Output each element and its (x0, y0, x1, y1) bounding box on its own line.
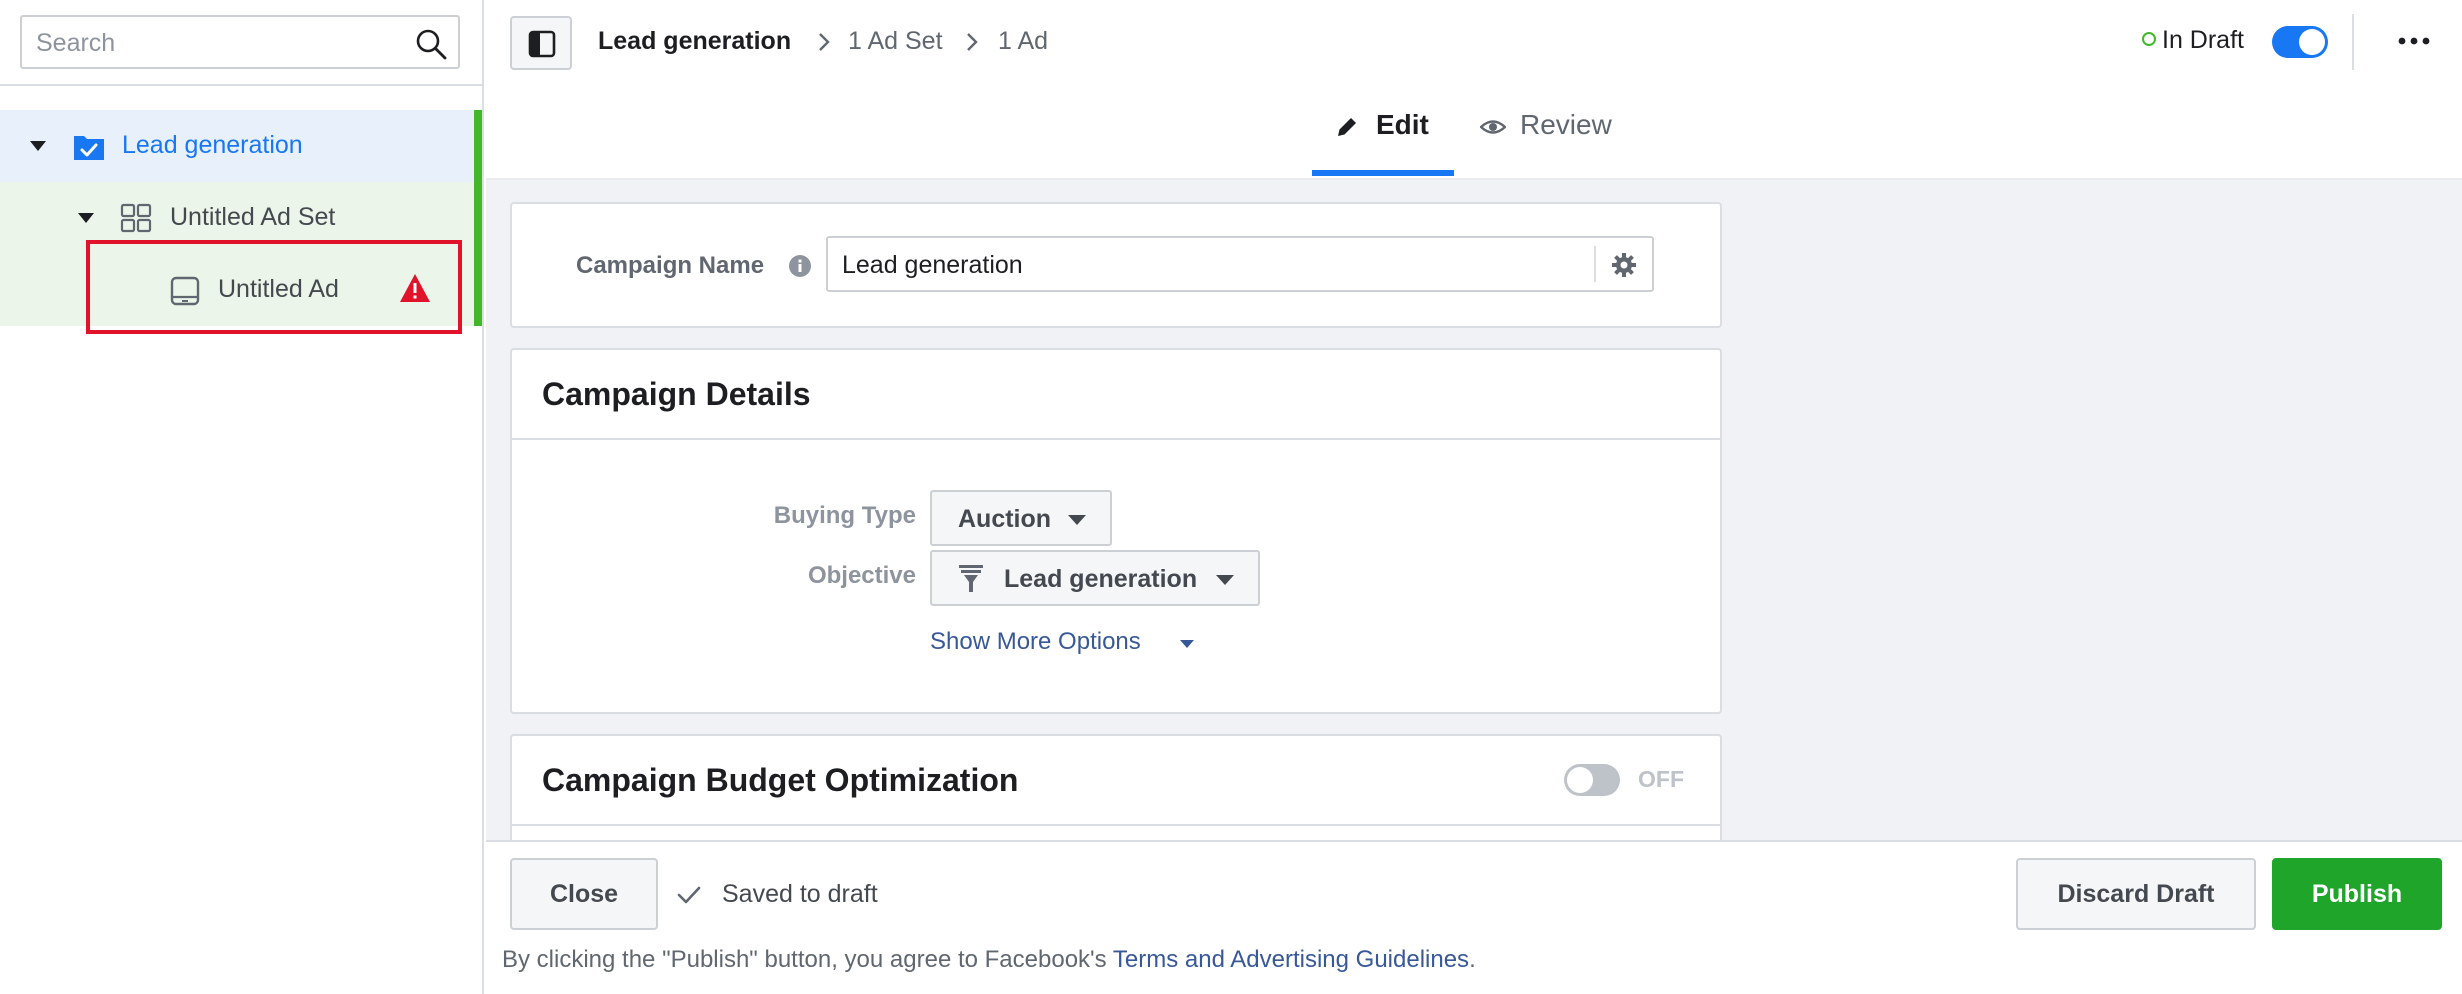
draft-toggle[interactable] (2272, 26, 2328, 58)
breadcrumb-ad[interactable]: 1 Ad (998, 26, 1048, 56)
error-highlight-box (86, 240, 462, 334)
chevron-down-icon (1216, 575, 1234, 585)
search-input[interactable] (36, 27, 396, 59)
collapse-caret-icon[interactable] (30, 141, 46, 151)
buying-type-label: Buying Type (773, 502, 916, 529)
top-bar: Lead generation 1 Ad Set 1 Ad In Draft E… (486, 0, 2462, 180)
saved-status-text: Saved to draft (722, 880, 878, 908)
funnel-icon (959, 565, 983, 592)
breadcrumb-adset[interactable]: 1 Ad Set (848, 26, 943, 56)
eye-icon (1480, 120, 1506, 134)
adset-grid-icon (120, 203, 152, 233)
content-area: Campaign Name Lead generation Campaign D… (486, 180, 2462, 840)
campaign-name-input[interactable]: Lead generation (826, 236, 1654, 292)
legal-suffix: . (1469, 946, 1476, 973)
campaign-name-value[interactable]: Lead generation (842, 251, 1023, 280)
legal-prefix: By clicking the "Publish" button, you ag… (502, 946, 1113, 973)
publish-button[interactable]: Publish (2272, 858, 2442, 930)
collapse-caret-icon[interactable] (78, 213, 94, 223)
buying-type-value: Auction (958, 505, 1052, 533)
sidebar-divider (0, 84, 484, 86)
checkmark-icon (677, 886, 701, 904)
toggle-state-label: OFF (1638, 766, 1684, 792)
campaign-details-card: Campaign Details Buying Type Auction Obj… (510, 348, 1722, 714)
sidebar-toggle-button[interactable] (510, 16, 572, 70)
show-more-options-link[interactable]: Show More Options (930, 628, 1141, 656)
card-divider (512, 438, 1720, 440)
input-separator (1594, 246, 1596, 282)
buying-type-dropdown[interactable]: Auction (930, 490, 1112, 546)
tree-label-campaign[interactable]: Lead generation (122, 130, 303, 160)
campaign-name-label: Campaign Name (576, 252, 765, 279)
legal-notice: By clicking the "Publish" button, you ag… (502, 946, 1476, 974)
terms-link[interactable]: Terms and Advertising Guidelines (1113, 946, 1469, 973)
chevron-right-icon (819, 33, 830, 51)
more-options-icon[interactable] (2394, 34, 2434, 48)
header-divider (2352, 14, 2354, 70)
tab-review[interactable]: Review (1520, 108, 1612, 142)
objective-value: Lead generation (1004, 565, 1198, 593)
sidebar: Lead generation Untitled Ad Set Untitled… (0, 0, 484, 994)
campaign-folder-icon (74, 136, 104, 160)
gear-icon[interactable] (1610, 251, 1638, 279)
status-dot-icon (2142, 32, 2156, 46)
footer-bar: Close Saved to draft Discard Draft Publi… (486, 840, 2462, 994)
budget-optimization-toggle[interactable] (1564, 764, 1620, 796)
status-text: In Draft (2162, 26, 2244, 54)
tree-label-adset[interactable]: Untitled Ad Set (170, 202, 335, 232)
tree-item-campaign[interactable]: Lead generation (0, 110, 482, 182)
campaign-details-title: Campaign Details (542, 376, 811, 412)
card-divider (512, 824, 1720, 826)
selection-indicator (474, 110, 482, 326)
breadcrumb-campaign[interactable]: Lead generation (598, 26, 791, 56)
campaign-name-card: Campaign Name Lead generation (510, 202, 1722, 328)
close-button[interactable]: Close (510, 858, 658, 930)
budget-optimization-card: Campaign Budget Optimization OFF (510, 734, 1722, 840)
chevron-down-icon[interactable] (1180, 640, 1194, 648)
search-box[interactable] (20, 15, 460, 69)
main-panel: Lead generation 1 Ad Set 1 Ad In Draft E… (486, 0, 2462, 994)
budget-optimization-title: Campaign Budget Optimization (542, 762, 1019, 798)
objective-label: Objective (807, 562, 916, 589)
tab-edit[interactable]: Edit (1376, 108, 1429, 142)
sidebar-panel-icon (528, 30, 556, 58)
objective-dropdown[interactable]: Lead generation (930, 550, 1260, 606)
chevron-down-icon (1068, 515, 1086, 525)
pencil-icon (1338, 118, 1356, 136)
search-icon[interactable] (414, 27, 448, 61)
discard-draft-button[interactable]: Discard Draft (2016, 858, 2256, 930)
active-tab-indicator (1312, 170, 1454, 176)
info-icon[interactable] (788, 254, 812, 278)
chevron-right-icon (967, 33, 978, 51)
